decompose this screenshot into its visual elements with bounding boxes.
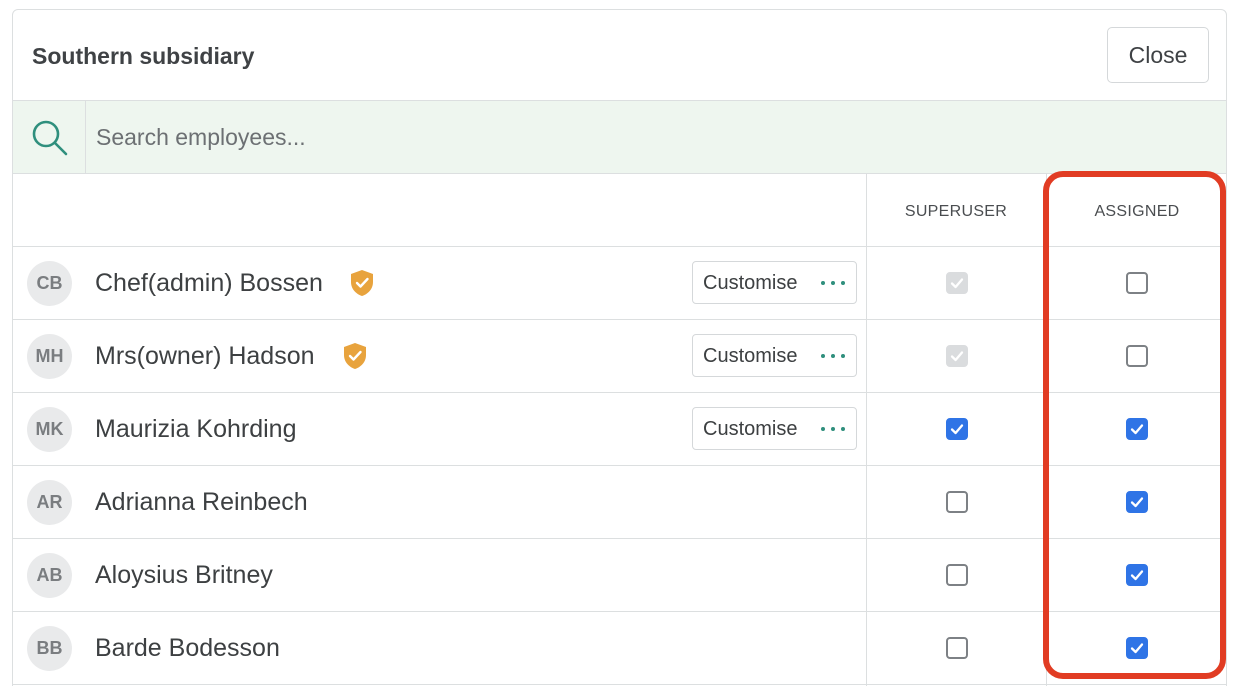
superuser-checkbox bbox=[946, 272, 968, 294]
dialog-header: Southern subsidiary Close bbox=[13, 10, 1226, 101]
customise-button[interactable]: Customise bbox=[692, 407, 857, 450]
search-input[interactable] bbox=[87, 101, 1187, 173]
assigned-checkbox[interactable] bbox=[1126, 272, 1148, 294]
column-header-assigned: ASSIGNED bbox=[1094, 203, 1180, 220]
table-row: CB Chef(admin) Bossen Customise bbox=[13, 247, 1226, 320]
table-row: MK Maurizia Kohrding Customise bbox=[13, 393, 1226, 466]
avatar: MH bbox=[27, 334, 72, 379]
customise-label: Customise bbox=[703, 272, 798, 294]
table-row: BB Barde Bodesson bbox=[13, 612, 1226, 685]
superuser-checkbox[interactable] bbox=[946, 491, 968, 513]
assigned-checkbox[interactable] bbox=[1126, 564, 1148, 586]
avatar: AR bbox=[27, 480, 72, 525]
dialog-title: Southern subsidiary bbox=[32, 43, 255, 69]
superuser-checkbox[interactable] bbox=[946, 637, 968, 659]
superuser-checkbox[interactable] bbox=[946, 564, 968, 586]
customise-button[interactable]: Customise bbox=[692, 261, 857, 304]
search-icon[interactable] bbox=[13, 101, 86, 173]
table-row: AR Adrianna Reinbech bbox=[13, 466, 1226, 539]
customise-label: Customise bbox=[703, 418, 798, 440]
close-button[interactable]: Close bbox=[1107, 27, 1209, 83]
assigned-checkbox[interactable] bbox=[1126, 345, 1148, 367]
avatar: BB bbox=[27, 626, 72, 671]
employee-name: Adrianna Reinbech bbox=[95, 488, 308, 516]
table-header: SUPERUSER ASSIGNED bbox=[13, 174, 1226, 247]
employee-name: Mrs(owner) Hadson bbox=[95, 342, 315, 370]
table-row: MH Mrs(owner) Hadson Customise bbox=[13, 320, 1226, 393]
superuser-checkbox bbox=[946, 345, 968, 367]
employee-name: Chef(admin) Bossen bbox=[95, 269, 323, 297]
avatar: CB bbox=[27, 261, 72, 306]
avatar: AB bbox=[27, 553, 72, 598]
employee-name: Barde Bodesson bbox=[95, 634, 280, 662]
assigned-checkbox[interactable] bbox=[1126, 418, 1148, 440]
assigned-checkbox[interactable] bbox=[1126, 637, 1148, 659]
more-options-icon[interactable] bbox=[821, 281, 847, 287]
column-header-superuser: SUPERUSER bbox=[904, 203, 1008, 220]
employee-name: Aloysius Britney bbox=[95, 561, 273, 589]
more-options-icon[interactable] bbox=[821, 427, 847, 433]
avatar: MK bbox=[27, 407, 72, 452]
employee-name: Maurizia Kohrding bbox=[95, 415, 297, 443]
assigned-checkbox[interactable] bbox=[1126, 491, 1148, 513]
superuser-checkbox[interactable] bbox=[946, 418, 968, 440]
customise-label: Customise bbox=[703, 345, 798, 367]
search-bar bbox=[13, 101, 1226, 174]
customise-button[interactable]: Customise bbox=[692, 334, 857, 377]
table-row: AB Aloysius Britney bbox=[13, 539, 1226, 612]
more-options-icon[interactable] bbox=[821, 354, 847, 360]
verified-shield-icon bbox=[342, 342, 368, 370]
employee-assignment-dialog: Southern subsidiary Close SUPERUSER ASSI… bbox=[12, 9, 1227, 686]
verified-shield-icon bbox=[349, 269, 375, 297]
